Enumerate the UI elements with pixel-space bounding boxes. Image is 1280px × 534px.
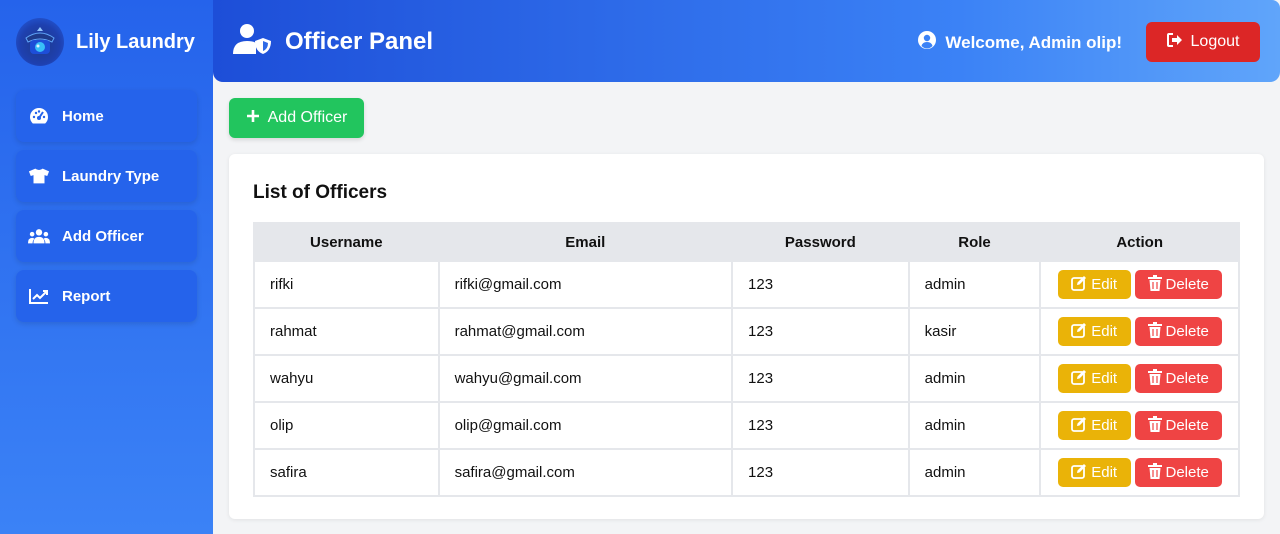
cell-role: admin	[907, 260, 1042, 309]
logout-label: Logout	[1190, 33, 1240, 50]
delete-label: Delete	[1165, 370, 1209, 387]
cell-username: olip	[253, 401, 440, 450]
cell-actions: Edit Delete	[1039, 260, 1240, 309]
edit-button[interactable]: Edit	[1057, 364, 1131, 393]
edit-icon	[1071, 369, 1087, 389]
edit-button[interactable]: Edit	[1057, 270, 1131, 299]
sidebar-item-label: Laundry Type	[62, 167, 160, 185]
dashboard-icon	[28, 107, 50, 125]
edit-icon	[1071, 416, 1087, 436]
delete-label: Delete	[1165, 276, 1209, 293]
sidebar-item-home[interactable]: Home	[16, 90, 197, 142]
add-officer-label: Add Officer	[267, 109, 348, 126]
table-header-row: Username Email Password Role Action	[253, 222, 1240, 262]
cell-role: admin	[907, 354, 1042, 403]
top-header: Officer Panel Welcome, Admin olip! Logou…	[213, 0, 1280, 82]
table-row: rahmat rahmat@gmail.com 123 kasir Edit Delete	[253, 307, 1240, 356]
chart-line-icon	[28, 288, 50, 304]
cell-actions: Edit Delete	[1039, 401, 1240, 450]
logout-button[interactable]: Logout	[1146, 22, 1260, 62]
cell-username: safira	[253, 448, 440, 497]
edit-icon	[1071, 463, 1087, 483]
delete-label: Delete	[1165, 323, 1209, 340]
cell-password: 123	[731, 307, 910, 356]
officers-card: List of Officers Username Email Password…	[229, 154, 1264, 519]
trash-icon	[1147, 274, 1162, 295]
edit-label: Edit	[1091, 323, 1118, 340]
cell-password: 123	[731, 401, 910, 450]
sidebar-item-label: Report	[62, 287, 111, 305]
table-row: olip olip@gmail.com 123 admin Edit Delete	[253, 401, 1240, 450]
edit-label: Edit	[1091, 276, 1118, 293]
sidebar-item-label: Home	[62, 107, 104, 125]
brand[interactable]: Lily Laundry	[16, 18, 195, 66]
page-title-text: Officer Panel	[285, 28, 434, 55]
edit-icon	[1071, 275, 1087, 295]
cell-actions: Edit Delete	[1039, 354, 1240, 403]
officers-table: Username Email Password Role Action rifk…	[253, 222, 1240, 497]
cell-role: admin	[907, 401, 1042, 450]
card-title: List of Officers	[253, 182, 388, 203]
delete-button[interactable]: Delete	[1134, 317, 1222, 346]
column-header: Email	[437, 222, 734, 262]
delete-button[interactable]: Delete	[1134, 411, 1222, 440]
table-row: wahyu wahyu@gmail.com 123 admin Edit Delete	[253, 354, 1240, 403]
cell-email: rahmat@gmail.com	[437, 307, 734, 356]
cell-password: 123	[731, 354, 910, 403]
sidebar: Lily Laundry Home Laundry Type Add Offic…	[0, 0, 213, 534]
cell-role: admin	[907, 448, 1042, 497]
plus-icon	[246, 109, 260, 128]
sidebar-item-label: Add Officer	[62, 227, 144, 245]
user-shield-icon	[233, 23, 273, 62]
shirt-icon	[28, 167, 50, 185]
edit-button[interactable]: Edit	[1057, 411, 1131, 440]
add-officer-button[interactable]: Add Officer	[229, 98, 364, 138]
edit-label: Edit	[1091, 370, 1118, 387]
table-row: safira safira@gmail.com 123 admin Edit Delete	[253, 448, 1240, 497]
page-title: Officer Panel	[233, 22, 433, 62]
cell-email: safira@gmail.com	[437, 448, 734, 497]
users-icon	[28, 227, 50, 245]
cell-password: 123	[731, 448, 910, 497]
delete-button[interactable]: Delete	[1134, 364, 1222, 393]
sign-out-icon	[1166, 32, 1183, 52]
trash-icon	[1147, 321, 1162, 342]
sidebar-item-laundry-type[interactable]: Laundry Type	[16, 150, 197, 202]
brand-name: Lily Laundry	[76, 30, 195, 53]
column-header: Username	[253, 222, 440, 262]
welcome-message: Welcome, Admin olip!	[917, 30, 1122, 55]
delete-label: Delete	[1165, 417, 1209, 434]
edit-label: Edit	[1091, 464, 1118, 481]
delete-button[interactable]: Delete	[1134, 458, 1222, 487]
column-header: Action	[1039, 222, 1240, 262]
sidebar-item-report[interactable]: Report	[16, 270, 197, 322]
trash-icon	[1147, 368, 1162, 389]
user-circle-icon	[917, 30, 937, 55]
cell-email: wahyu@gmail.com	[437, 354, 734, 403]
cell-actions: Edit Delete	[1039, 307, 1240, 356]
table-row: rifki rifki@gmail.com 123 admin Edit Delete	[253, 260, 1240, 309]
laundry-logo-icon	[16, 18, 64, 66]
cell-password: 123	[731, 260, 910, 309]
column-header: Role	[907, 222, 1042, 262]
cell-role: kasir	[907, 307, 1042, 356]
welcome-text: Welcome, Admin olip!	[945, 32, 1122, 52]
cell-actions: Edit Delete	[1039, 448, 1240, 497]
edit-icon	[1071, 322, 1087, 342]
trash-icon	[1147, 415, 1162, 436]
cell-username: rahmat	[253, 307, 440, 356]
edit-button[interactable]: Edit	[1057, 317, 1131, 346]
edit-label: Edit	[1091, 417, 1118, 434]
cell-email: rifki@gmail.com	[437, 260, 734, 309]
cell-username: wahyu	[253, 354, 440, 403]
sidebar-item-add-officer[interactable]: Add Officer	[16, 210, 197, 262]
cell-username: rifki	[253, 260, 440, 309]
cell-email: olip@gmail.com	[437, 401, 734, 450]
column-header: Password	[731, 222, 910, 262]
trash-icon	[1147, 462, 1162, 483]
delete-button[interactable]: Delete	[1134, 270, 1222, 299]
edit-button[interactable]: Edit	[1057, 458, 1131, 487]
delete-label: Delete	[1165, 464, 1209, 481]
